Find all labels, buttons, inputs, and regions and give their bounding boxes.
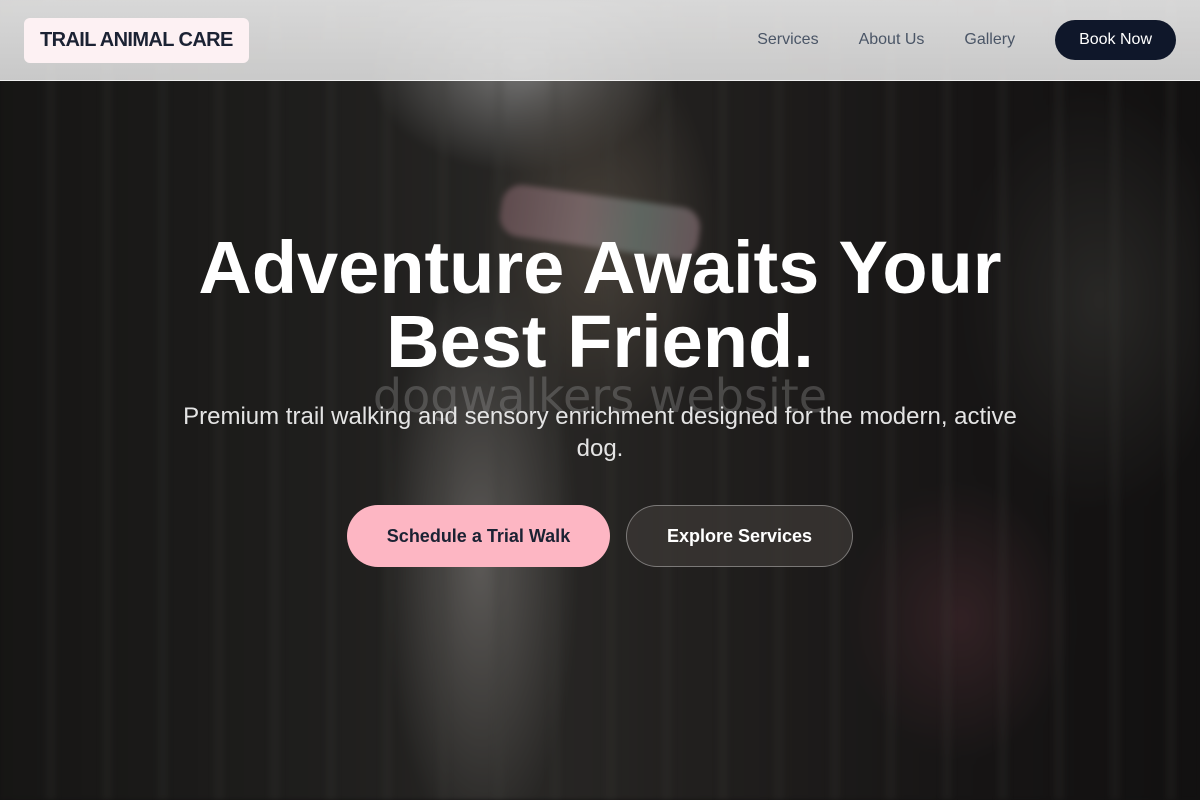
hero-subheadline: Premium trail walking and sensory enrich… [183, 403, 1017, 462]
schedule-trial-walk-button[interactable]: Schedule a Trial Walk [347, 505, 610, 567]
hero-cta-group: Schedule a Trial Walk Explore Services [0, 505, 1200, 567]
explore-services-button[interactable]: Explore Services [626, 505, 853, 567]
hero-headline: Adventure Awaits Your Best Friend. [100, 231, 1100, 379]
nav-link-gallery[interactable]: Gallery [964, 31, 1015, 49]
hero-headline-line-1: Adventure Awaits Your [198, 226, 1002, 309]
nav-link-services[interactable]: Services [757, 31, 818, 49]
site-header: TRAIL ANIMAL CARE Services About Us Gall… [0, 0, 1200, 81]
main-nav: Services About Us Gallery Book Now [757, 20, 1176, 60]
hero-headline-line-2: Best Friend. [386, 300, 814, 383]
hero-section: dogwalkers website Adventure Awaits Your… [0, 81, 1200, 800]
book-now-button[interactable]: Book Now [1055, 20, 1176, 60]
nav-link-about-us[interactable]: About Us [859, 31, 925, 49]
site-logo[interactable]: TRAIL ANIMAL CARE [24, 17, 249, 63]
